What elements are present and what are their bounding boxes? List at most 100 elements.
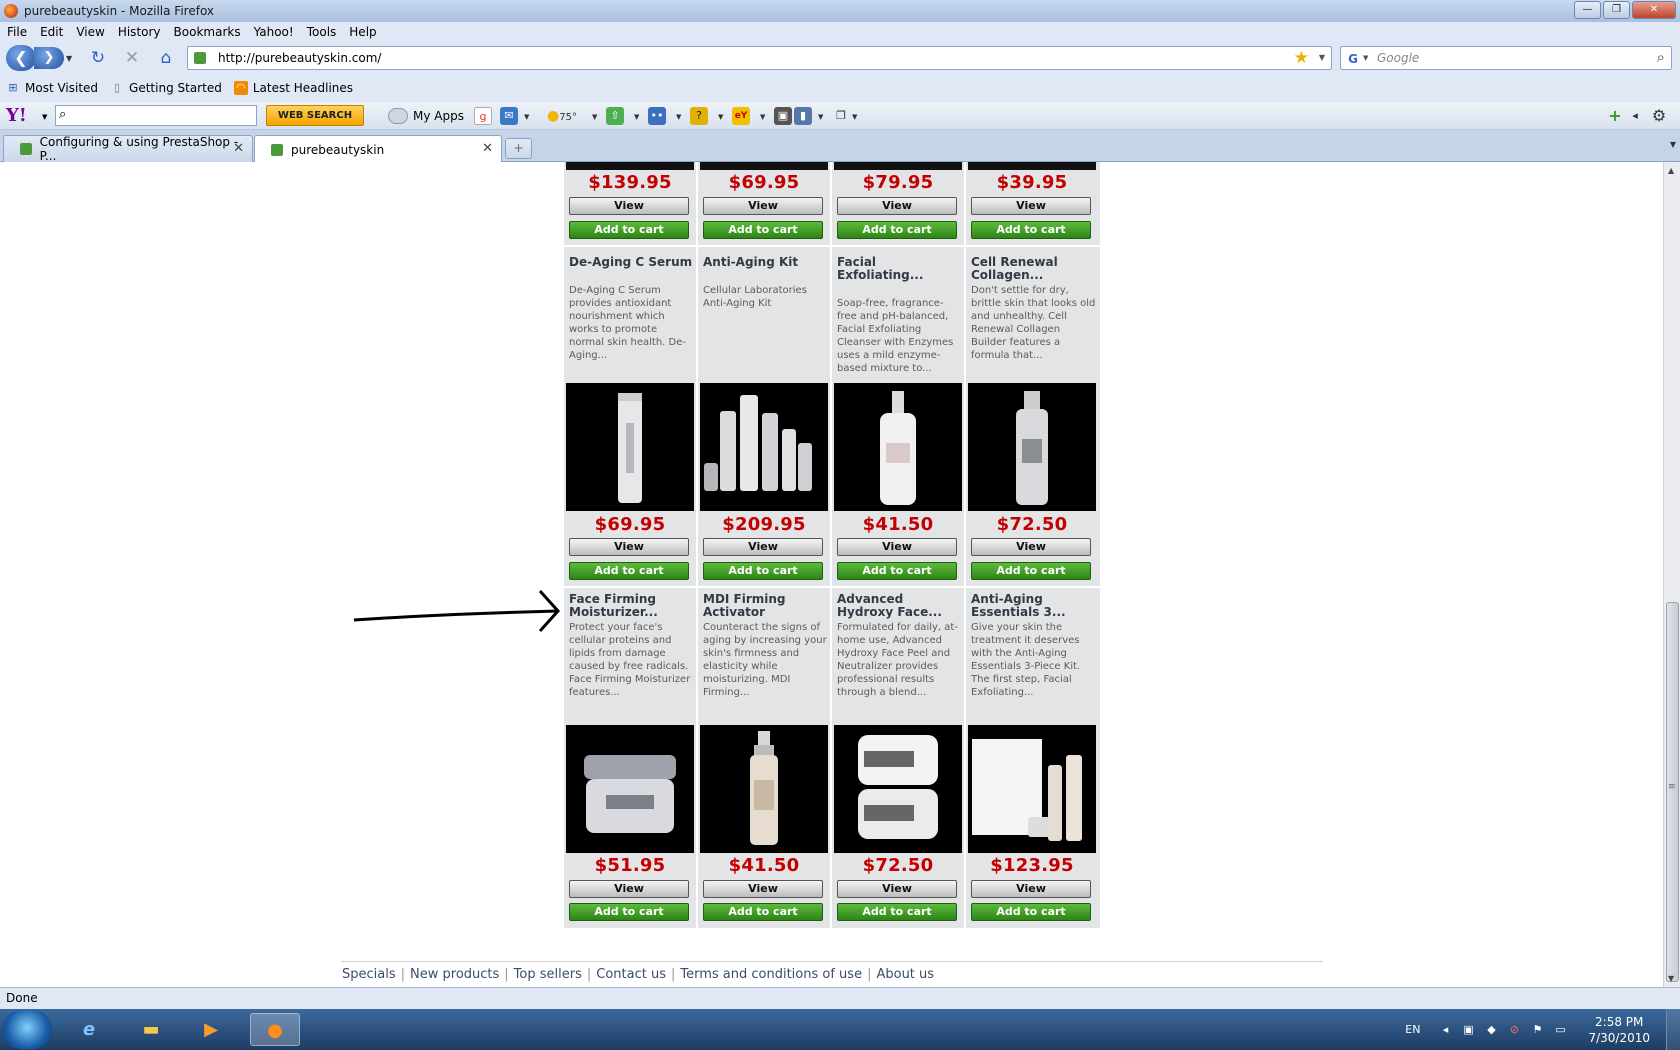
add-to-cart-button[interactable]: Add to cart xyxy=(971,562,1091,580)
upload-dropdown-icon[interactable]: ▼ xyxy=(634,113,639,121)
footer-link-top-sellers[interactable]: Top sellers xyxy=(514,967,582,982)
minimize-button[interactable]: — xyxy=(1574,1,1601,19)
footer-link-terms[interactable]: Terms and conditions of use xyxy=(680,967,862,982)
tray-arrow-icon[interactable]: ◂ xyxy=(1438,1023,1452,1037)
back-button[interactable]: ❮ xyxy=(6,45,36,71)
device-icon[interactable]: ▮ xyxy=(794,107,812,125)
answers-icon[interactable]: ? xyxy=(690,107,708,125)
footer-link-specials[interactable]: Specials xyxy=(342,967,396,982)
menu-view[interactable]: View xyxy=(69,25,110,39)
url-dropdown-icon[interactable]: ▼ xyxy=(1319,53,1325,62)
product-name[interactable]: De-Aging C Serum xyxy=(569,256,694,269)
yahoo-logo-icon[interactable]: Y! xyxy=(6,105,27,126)
firefox-taskbar-icon[interactable]: ● xyxy=(250,1013,300,1046)
show-desktop-button[interactable] xyxy=(1666,1009,1680,1050)
search-placeholder[interactable]: Google xyxy=(1377,51,1419,65)
menu-edit[interactable]: Edit xyxy=(33,25,69,39)
footer-link-about-us[interactable]: About us xyxy=(876,967,934,982)
tray-security-icon[interactable]: ⊘ xyxy=(1507,1023,1521,1037)
home-icon[interactable]: ⌂ xyxy=(156,48,176,68)
tray-display-icon[interactable]: ▭ xyxy=(1553,1023,1567,1037)
weather-dropdown-icon[interactable]: ▼ xyxy=(592,113,597,121)
menu-help[interactable]: Help xyxy=(342,25,382,39)
vertical-scrollbar[interactable]: ▲ ≡ ▼ xyxy=(1663,162,1680,987)
search-icon[interactable]: ⌕ xyxy=(1657,48,1665,66)
upload-icon[interactable]: ⇧ xyxy=(606,107,624,125)
add-to-cart-button[interactable]: Add to cart xyxy=(971,221,1091,239)
bookmark-most-visited[interactable]: ⊞ Most Visited xyxy=(6,81,98,95)
restore-button[interactable]: ❐ xyxy=(1603,1,1630,19)
search-bar[interactable]: G ▼ Google ⌕ xyxy=(1340,46,1672,70)
view-button[interactable]: View xyxy=(837,197,957,215)
scroll-left-icon[interactable]: ◂ xyxy=(1626,107,1644,125)
add-to-cart-button[interactable]: Add to cart xyxy=(703,221,823,239)
view-button[interactable]: View xyxy=(837,538,957,556)
view-button[interactable]: View xyxy=(569,880,689,898)
product-name[interactable]: Anti-Aging Kit xyxy=(703,256,828,269)
view-button[interactable]: View xyxy=(837,880,957,898)
reload-icon[interactable]: ↻ xyxy=(88,48,108,68)
internet-explorer-icon[interactable]: e xyxy=(64,1013,114,1046)
view-button[interactable]: View xyxy=(569,197,689,215)
ebay-icon[interactable]: eY xyxy=(732,107,750,125)
explorer-folder-icon[interactable]: ▬ xyxy=(126,1013,176,1046)
add-to-cart-button[interactable]: Add to cart xyxy=(569,221,689,239)
menu-yahoo[interactable]: Yahoo! xyxy=(247,25,300,39)
view-button[interactable]: View xyxy=(971,880,1091,898)
product-name[interactable]: MDI Firming Activator xyxy=(703,593,828,619)
google-icon[interactable]: G xyxy=(1345,51,1361,67)
product-image[interactable] xyxy=(700,383,828,511)
add-to-cart-button[interactable]: Add to cart xyxy=(837,903,957,921)
footer-link-new-products[interactable]: New products xyxy=(410,967,499,982)
product-image[interactable] xyxy=(968,383,1096,511)
product-image[interactable] xyxy=(968,725,1096,853)
clipboard-dropdown-icon[interactable]: ▼ xyxy=(852,113,857,121)
add-to-cart-button[interactable]: Add to cart xyxy=(837,221,957,239)
add-to-cart-button[interactable]: Add to cart xyxy=(569,903,689,921)
product-image[interactable] xyxy=(834,725,962,853)
yahoo-search-input[interactable]: ⌕ xyxy=(55,105,257,126)
url-text[interactable]: http://purebeautyskin.com/ xyxy=(218,51,381,65)
close-tab-icon[interactable]: ✕ xyxy=(233,141,244,156)
view-button[interactable]: View xyxy=(703,538,823,556)
list-all-tabs-icon[interactable]: ▼ xyxy=(1670,140,1676,149)
url-bar[interactable]: http://purebeautyskin.com/ ★ ▼ xyxy=(187,46,1332,70)
history-dropdown-icon[interactable]: ▼ xyxy=(66,54,72,63)
settings-gear-icon[interactable]: ⚙ xyxy=(1650,107,1668,125)
yahoo-menu-dropdown-icon[interactable]: ▼ xyxy=(42,113,47,121)
add-button-icon[interactable]: + xyxy=(1606,107,1624,125)
media-player-icon[interactable]: ▶ xyxy=(186,1013,236,1046)
menu-history[interactable]: History xyxy=(111,25,167,39)
footer-link-contact-us[interactable]: Contact us xyxy=(596,967,666,982)
flickr-dropdown-icon[interactable]: ▼ xyxy=(676,113,681,121)
device-dropdown-icon[interactable]: ▼ xyxy=(818,113,823,121)
forward-button[interactable]: ❯ xyxy=(34,47,64,69)
add-to-cart-button[interactable]: Add to cart xyxy=(971,903,1091,921)
add-to-cart-button[interactable]: Add to cart xyxy=(569,562,689,580)
tray-flag-icon[interactable]: ⚑ xyxy=(1530,1023,1544,1037)
menu-file[interactable]: File xyxy=(0,25,33,39)
language-indicator[interactable]: EN xyxy=(1405,1023,1420,1036)
product-name[interactable]: Advanced Hydroxy Face... xyxy=(837,593,962,619)
close-window-button[interactable]: ✕ xyxy=(1632,1,1676,19)
bookmark-star-icon[interactable]: ★ xyxy=(1294,48,1309,68)
product-name[interactable]: Cell Renewal Collagen... xyxy=(971,256,1096,282)
view-button[interactable]: View xyxy=(971,197,1091,215)
close-tab-icon[interactable]: ✕ xyxy=(482,141,493,156)
view-button[interactable]: View xyxy=(703,197,823,215)
view-button[interactable]: View xyxy=(703,880,823,898)
weather-icon[interactable]: ●75° xyxy=(540,107,584,125)
google-app-icon[interactable]: g xyxy=(474,107,492,125)
product-name[interactable]: Face Firming Moisturizer... xyxy=(569,593,694,619)
mail-dropdown-icon[interactable]: ▼ xyxy=(524,113,529,121)
add-to-cart-button[interactable]: Add to cart xyxy=(837,562,957,580)
tray-app-icon[interactable]: ▣ xyxy=(1461,1023,1475,1037)
search-engine-dropdown-icon[interactable]: ▼ xyxy=(1363,54,1368,62)
clipboard-icon[interactable]: ❐ xyxy=(832,107,850,125)
tab-purebeautyskin[interactable]: purebeautyskin ✕ xyxy=(254,135,502,163)
add-to-cart-button[interactable]: Add to cart xyxy=(703,562,823,580)
menu-bookmarks[interactable]: Bookmarks xyxy=(167,25,247,39)
flickr-icon[interactable]: •• xyxy=(648,107,666,125)
bookmark-getting-started[interactable]: ▯ Getting Started xyxy=(110,81,222,95)
scroll-down-icon[interactable]: ▼ xyxy=(1668,974,1674,983)
